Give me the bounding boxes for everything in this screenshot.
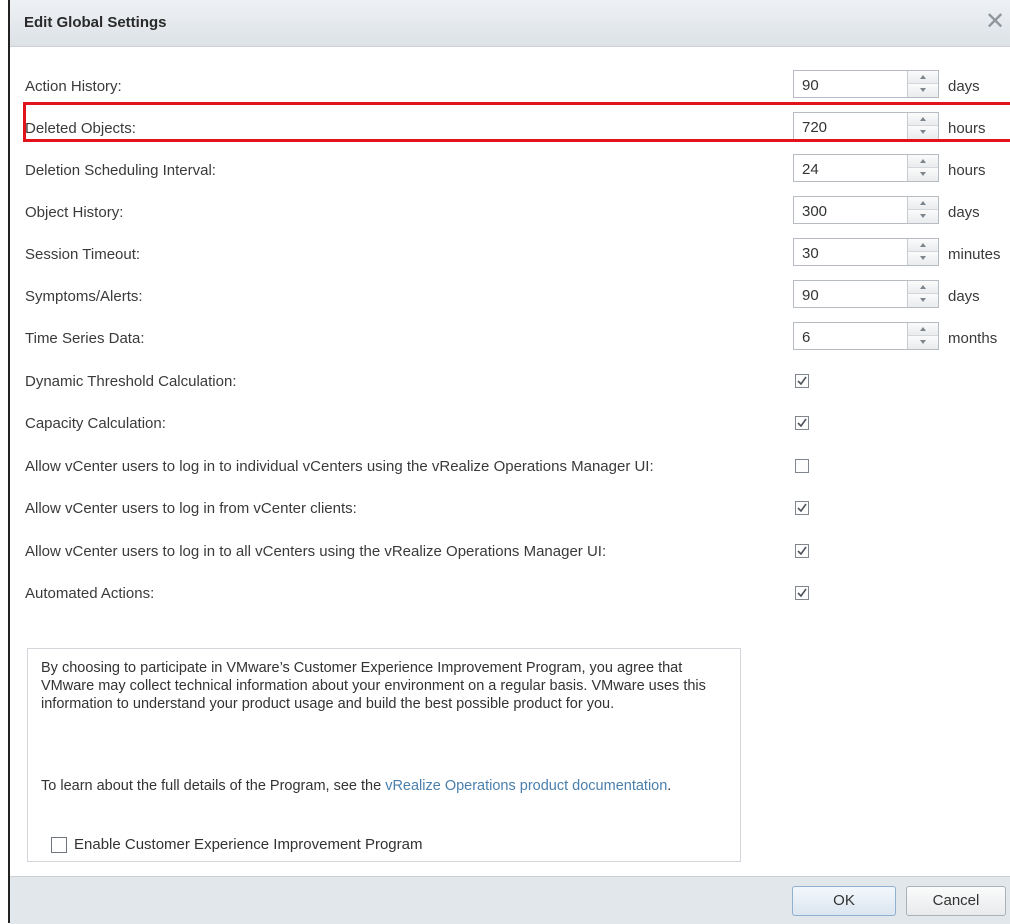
allow-individual-vcenters-checkbox[interactable] — [795, 459, 809, 473]
allow-all-vcenters-checkbox[interactable] — [795, 544, 809, 558]
time-series-data-input[interactable] — [794, 325, 914, 351]
object-history-input[interactable] — [794, 199, 914, 225]
unit-action-history: days — [948, 78, 980, 95]
documentation-link[interactable]: vRealize Operations product documentatio… — [385, 778, 667, 794]
unit-time-series-data: months — [948, 330, 998, 347]
spin-up-icon[interactable] — [908, 197, 938, 210]
label-time-series-data: Time Series Data: — [25, 330, 145, 347]
spin-up-icon[interactable] — [908, 155, 938, 168]
label-action-history: Action History: — [25, 78, 122, 95]
label-allow-all-vcenters: Allow vCenter users to log in to all vCe… — [25, 543, 607, 560]
dialog-footer: OK Cancel — [10, 876, 1010, 924]
session-timeout-spinner[interactable] — [907, 239, 938, 265]
deletion-scheduling-interval-spinner[interactable] — [907, 155, 938, 181]
checkmark-icon — [797, 546, 807, 556]
label-allow-individual-vcenters: Allow vCenter users to log in to individ… — [25, 458, 654, 475]
ceip-details-suffix: . — [667, 778, 672, 794]
spin-down-icon[interactable] — [908, 84, 938, 97]
checkmark-icon — [797, 418, 807, 428]
label-dynamic-threshold-calculation: Dynamic Threshold Calculation: — [25, 373, 237, 390]
symptoms-alerts-spinner[interactable] — [907, 281, 938, 307]
spin-up-icon[interactable] — [908, 323, 938, 336]
spin-down-icon[interactable] — [908, 294, 938, 307]
spin-up-icon[interactable] — [908, 281, 938, 294]
label-session-timeout: Session Timeout: — [25, 246, 141, 263]
label-deletion-scheduling-interval: Deletion Scheduling Interval: — [25, 162, 216, 179]
spin-up-icon[interactable] — [908, 71, 938, 84]
unit-deletion-scheduling-interval: hours — [948, 162, 986, 179]
time-series-data-field[interactable] — [793, 322, 939, 351]
close-icon[interactable]: ✕ — [982, 8, 1008, 34]
edit-global-settings-dialog: Edit Global Settings ✕ Action History: d… — [8, 0, 1010, 924]
dialog-titlebar: Edit Global Settings ✕ — [10, 0, 1010, 47]
ceip-description: By choosing to participate in VMware’s C… — [41, 660, 706, 712]
unit-symptoms-alerts: days — [948, 288, 980, 305]
action-history-field[interactable] — [793, 70, 939, 99]
object-history-spinner[interactable] — [907, 197, 938, 223]
ok-button[interactable]: OK — [792, 886, 896, 916]
dynamic-threshold-calculation-checkbox[interactable] — [795, 374, 809, 388]
checkmark-icon — [797, 376, 807, 386]
session-timeout-input[interactable] — [794, 241, 914, 267]
automated-actions-checkbox[interactable] — [795, 586, 809, 600]
action-history-spinner[interactable] — [907, 71, 938, 97]
spin-up-icon[interactable] — [908, 239, 938, 252]
label-object-history: Object History: — [25, 204, 124, 221]
spin-down-icon[interactable] — [908, 168, 938, 181]
unit-object-history: days — [948, 204, 980, 221]
object-history-field[interactable] — [793, 196, 939, 225]
symptoms-alerts-field[interactable] — [793, 280, 939, 309]
time-series-data-spinner[interactable] — [907, 323, 938, 349]
deletion-scheduling-interval-field[interactable] — [793, 154, 939, 183]
capacity-calculation-checkbox[interactable] — [795, 416, 809, 430]
enable-ceip-label[interactable]: Enable Customer Experience Improvement P… — [74, 836, 423, 853]
label-capacity-calculation: Capacity Calculation: — [25, 415, 166, 432]
enable-ceip-checkbox[interactable] — [51, 837, 67, 853]
highlight-annotation — [23, 102, 1010, 142]
symptoms-alerts-input[interactable] — [794, 283, 914, 309]
allow-vcenter-clients-checkbox[interactable] — [795, 501, 809, 515]
action-history-input[interactable] — [794, 73, 914, 99]
cancel-button[interactable]: Cancel — [906, 886, 1006, 916]
spin-down-icon[interactable] — [908, 252, 938, 265]
label-automated-actions: Automated Actions: — [25, 585, 155, 602]
ceip-details-prefix: To learn about the full details of the P… — [41, 778, 386, 794]
checkmark-icon — [797, 503, 807, 513]
label-symptoms-alerts: Symptoms/Alerts: — [25, 288, 143, 305]
dialog-title: Edit Global Settings — [24, 14, 167, 31]
spin-down-icon[interactable] — [908, 336, 938, 349]
checkmark-icon — [797, 588, 807, 598]
ceip-info-box: By choosing to participate in VMware’s C… — [27, 648, 741, 862]
ceip-details-text: To learn about the full details of the P… — [41, 777, 731, 795]
deletion-scheduling-interval-input[interactable] — [794, 157, 914, 183]
spin-down-icon[interactable] — [908, 210, 938, 223]
session-timeout-field[interactable] — [793, 238, 939, 267]
unit-session-timeout: minutes — [948, 246, 1001, 263]
label-allow-vcenter-clients: Allow vCenter users to log in from vCent… — [25, 500, 357, 517]
